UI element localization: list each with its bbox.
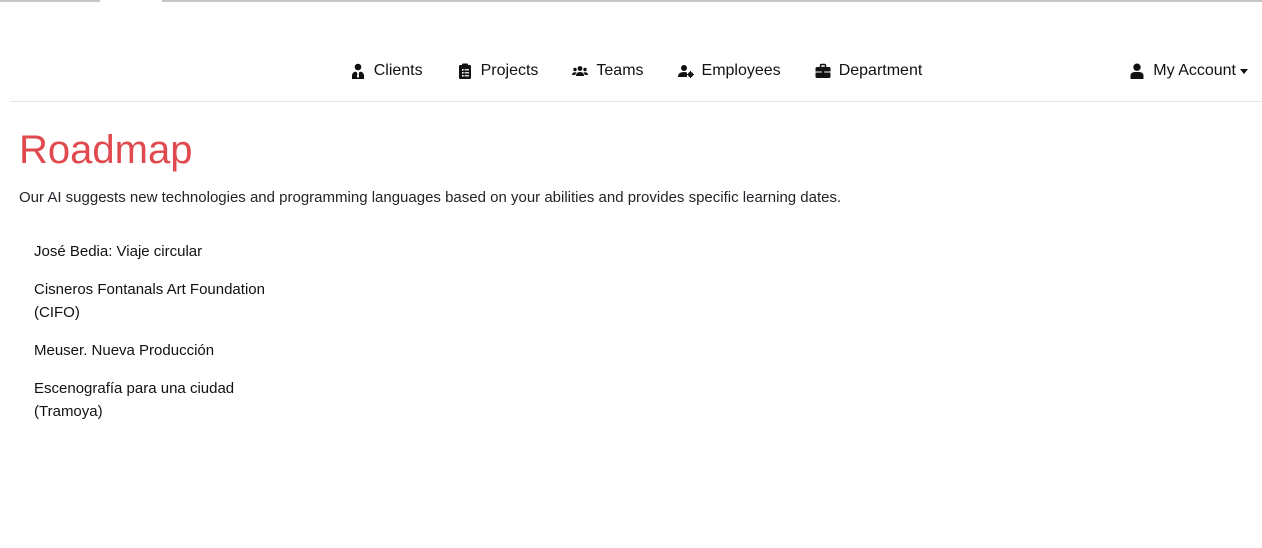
list-item: Meuser. Nueva Producción <box>34 339 294 362</box>
top-border-gap <box>100 0 162 2</box>
caret-down-icon <box>1240 68 1248 74</box>
page-description: Our AI suggests new technologies and pro… <box>19 189 842 206</box>
user-icon <box>1129 63 1145 79</box>
nav-link-department[interactable]: Department <box>815 61 923 80</box>
my-account-dropdown[interactable]: My Account <box>1129 40 1248 101</box>
list-item-line1: Escenografía para una ciudad <box>34 380 235 397</box>
list-item: José Bedia: Viaje circular <box>34 240 294 263</box>
list-item-line2: (CIFO) <box>34 304 80 321</box>
nav-link-label: Department <box>838 61 923 79</box>
nav-link-clients[interactable]: Clients <box>350 62 423 80</box>
list-item: Cisneros Fontanals Art Foundation (CIFO) <box>34 278 294 324</box>
navbar: Clients Projects Teams Employees Departm… <box>10 40 1262 102</box>
list-item: Escenografía para una ciudad (Tramoya) <box>34 377 294 423</box>
top-border <box>0 0 1262 2</box>
briefcase-icon <box>815 63 831 79</box>
nav-link-label: Projects <box>480 61 539 79</box>
nav-link-label: Clients <box>373 61 423 79</box>
main-nav: Clients Projects Teams Employees Departm… <box>10 40 1262 101</box>
user-cog-icon <box>677 63 694 79</box>
my-account-label: My Account <box>1153 61 1236 79</box>
list-item-line1: Cisneros Fontanals Art Foundation <box>34 281 265 298</box>
nav-link-label: Teams <box>596 61 644 79</box>
nav-link-label: Employees <box>701 61 781 79</box>
users-icon <box>572 63 589 79</box>
list-item-line1: Meuser. Nueva Producción <box>34 342 215 359</box>
nav-link-teams[interactable]: Teams <box>572 61 644 80</box>
nav-link-projects[interactable]: Projects <box>457 61 539 80</box>
list-item-line1: José Bedia: Viaje circular <box>34 243 203 260</box>
list-item-line2: (Tramoya) <box>34 403 103 420</box>
roadmap-list: José Bedia: Viaje circular Cisneros Font… <box>34 240 294 438</box>
user-tie-icon <box>350 63 366 79</box>
nav-link-employees[interactable]: Employees <box>677 61 781 80</box>
page-title: Roadmap <box>19 128 193 172</box>
clipboard-list-icon <box>457 63 473 79</box>
